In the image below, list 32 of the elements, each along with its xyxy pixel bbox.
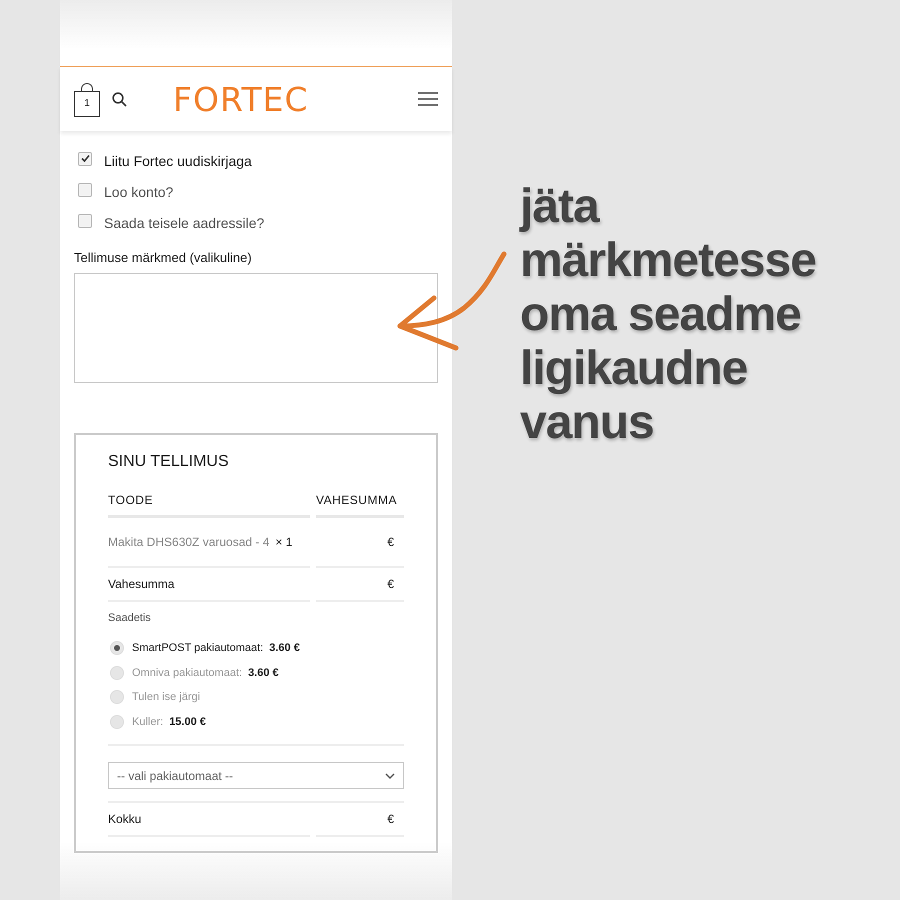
shipping-price: 3.60 € (248, 666, 279, 679)
search-icon[interactable] (112, 92, 127, 106)
checkbox-label[interactable]: Liitu Fortec uudiskirjaga (104, 152, 252, 168)
radio-button[interactable] (110, 641, 124, 656)
radio-button[interactable] (110, 714, 124, 729)
column-header: TOODE (108, 485, 310, 518)
callout-text: jäta märkmetesse oma seadme ligikaudne vanus (520, 180, 817, 451)
notes-field[interactable] (74, 273, 438, 383)
shipping-option[interactable]: SmartPOST pakiautomaat: (132, 642, 264, 654)
checkbox[interactable] (78, 152, 92, 166)
checkbox-label[interactable]: Loo konto? (104, 184, 174, 200)
notes-label: Tellimuse märkmed (valikuline) (74, 250, 253, 265)
table-cell: Makita DHS630Z varuosad - 4 × 1 (108, 518, 310, 568)
shipping-price: 15.00 € (169, 716, 206, 728)
check-icon (80, 154, 90, 163)
table-cell: € (316, 518, 404, 568)
column-header: VAHESUMMA (316, 485, 404, 518)
table-cell: Vahesumma (108, 568, 310, 602)
parcel-locker-select[interactable]: -- vali pakiautomaat -- (108, 762, 404, 790)
menu-icon[interactable] (418, 92, 438, 106)
chevron-down-icon (385, 772, 395, 779)
radio-button[interactable] (110, 690, 124, 704)
table-cell: € (316, 803, 404, 837)
checkbox-label[interactable]: Saada teisele aadressile? (104, 214, 264, 230)
shipping-price: 3.60 € (269, 642, 300, 654)
order-title: SINU TELLIMUS (108, 453, 230, 471)
shipping-label: Saadetis (108, 612, 152, 624)
checkbox[interactable] (78, 182, 92, 196)
checkbox[interactable] (78, 214, 92, 228)
table-cell: Kokku (108, 803, 310, 837)
radio-button[interactable] (110, 666, 124, 680)
table-cell: € (316, 568, 404, 602)
